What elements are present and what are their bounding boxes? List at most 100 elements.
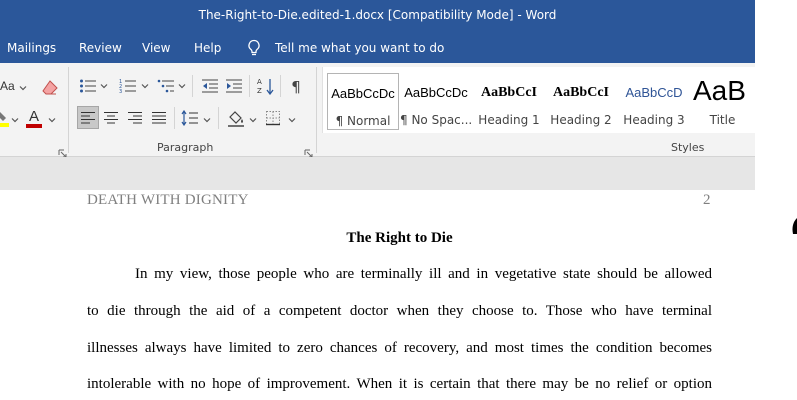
running-header: DEATH WITH DIGNITY <box>87 192 249 208</box>
show-hide-marks-button[interactable]: ¶ <box>286 75 306 97</box>
style-name: Title <box>709 113 736 127</box>
decrease-indent-icon <box>202 79 218 93</box>
document-page[interactable]: DEATH WITH DIGNITY 2 The Right to Die In… <box>0 190 755 400</box>
paragraph-line: In my view, those people who are termina… <box>135 266 712 282</box>
tell-me-search[interactable]: Tell me what you want to do <box>275 41 444 55</box>
style-preview: AaBbCcI <box>480 85 537 100</box>
button-separator <box>280 75 281 97</box>
window-title: The-Right-to-Die.edited-1.docx [Compatib… <box>198 8 557 22</box>
style-title[interactable]: AaB Title <box>689 73 755 130</box>
button-separator <box>218 107 219 129</box>
svg-text:¶: ¶ <box>291 78 301 94</box>
borders-button[interactable] <box>263 107 283 129</box>
highlighter-icon <box>0 112 9 127</box>
pilcrow-icon: ¶ <box>291 78 301 94</box>
borders-icon <box>266 111 280 126</box>
lightbulb-icon[interactable] <box>246 39 262 57</box>
justify-icon <box>152 112 166 124</box>
align-right-button[interactable] <box>125 107 145 129</box>
justify-button[interactable] <box>149 107 169 129</box>
chevron-down-icon[interactable] <box>178 82 186 90</box>
change-case-button[interactable]: Aa <box>0 79 15 93</box>
style-preview: AaBbCcDc <box>404 85 468 100</box>
styles-gallery: AaBbCcDc ¶ Normal AaBbCcDc ¶ No Spac... … <box>322 67 755 133</box>
increase-indent-button[interactable] <box>224 75 244 97</box>
tab-mailings[interactable]: Mailings <box>7 41 56 55</box>
svg-text:A: A <box>29 108 39 125</box>
align-left-button[interactable] <box>77 106 99 129</box>
tab-help[interactable]: Help <box>194 41 221 55</box>
document-title: The Right to Die <box>346 230 453 246</box>
chevron-down-icon[interactable] <box>203 116 211 124</box>
paragraph-dialog-launcher[interactable] <box>304 143 313 158</box>
svg-text:Z: Z <box>257 87 262 95</box>
style-preview: AaBbCcD <box>625 85 683 100</box>
paragraph-line: illnesses always have limited to zero ch… <box>87 340 712 356</box>
styles-group-label: Styles <box>671 141 705 154</box>
paint-bucket-icon <box>228 111 244 127</box>
line-spacing-button[interactable] <box>180 107 200 129</box>
increase-indent-icon <box>226 79 242 93</box>
chevron-down-icon[interactable] <box>48 116 56 124</box>
font-dialog-launcher[interactable] <box>58 143 67 158</box>
multilevel-list-icon <box>157 79 174 93</box>
chevron-down-icon[interactable] <box>19 84 27 92</box>
numbered-list-icon: 1 2 3 <box>119 79 136 94</box>
group-separator <box>316 67 317 153</box>
style-preview: AaBbCcI <box>552 85 609 100</box>
style-name: Heading 2 <box>550 113 612 127</box>
sort-button[interactable]: A Z <box>256 75 276 97</box>
tab-review[interactable]: Review <box>79 41 122 55</box>
decrease-indent-button[interactable] <box>200 75 220 97</box>
style-name: Heading 3 <box>623 113 685 127</box>
clear-formatting-button[interactable] <box>40 77 60 99</box>
sort-az-icon: A Z <box>257 78 274 95</box>
style-name: ¶ Normal <box>335 114 391 128</box>
tab-view[interactable]: View <box>142 41 170 55</box>
group-separator <box>68 67 69 153</box>
svg-text:3: 3 <box>119 89 122 94</box>
style-normal[interactable]: AaBbCcDc ¶ Normal <box>327 73 399 130</box>
paragraph-group-label: Paragraph <box>157 141 214 154</box>
multilevel-list-button[interactable] <box>156 75 176 97</box>
align-center-icon <box>104 112 118 124</box>
title-bar: The-Right-to-Die.edited-1.docx [Compatib… <box>0 0 755 33</box>
style-name: ¶ No Spac... <box>400 113 472 127</box>
ribbon-tabs: Mailings Review View Help Tell me what y… <box>0 33 755 63</box>
style-preview: AaB <box>693 75 746 106</box>
paragraph-line: to die through the aid of a competent do… <box>87 303 712 319</box>
align-right-icon <box>128 112 142 124</box>
font-color-button[interactable]: A <box>24 107 44 129</box>
line-spacing-icon <box>181 110 198 126</box>
svg-text:A: A <box>257 78 262 86</box>
bullets-button[interactable] <box>78 75 98 97</box>
highlight-color-button[interactable] <box>0 107 10 129</box>
align-center-button[interactable] <box>101 107 121 129</box>
ribbon-home: Aa A 1 2 3 A Z ¶ Paragraph AaBbCcDc ¶ No… <box>0 63 755 158</box>
button-separator <box>192 75 193 97</box>
button-separator <box>174 107 175 129</box>
align-left-icon <box>81 111 95 123</box>
style-heading-2[interactable]: AaBbCcI Heading 2 <box>545 73 617 130</box>
chevron-down-icon[interactable] <box>11 116 19 124</box>
document-background <box>0 157 755 190</box>
style-heading-3[interactable]: AaBbCcD Heading 3 <box>618 73 690 130</box>
chevron-down-icon[interactable] <box>288 116 296 124</box>
word-window: The-Right-to-Die.edited-1.docx [Compatib… <box>0 0 755 400</box>
paragraph-line: intolerable with no hope of improvement.… <box>87 376 712 392</box>
chevron-down-icon[interactable] <box>249 116 257 124</box>
font-color-icon: A <box>26 108 42 128</box>
chevron-down-icon[interactable] <box>100 82 108 90</box>
shading-button[interactable] <box>226 107 246 129</box>
cursor-fragment-icon <box>792 218 797 234</box>
style-preview: AaBbCcDc <box>331 86 395 101</box>
style-name: Heading 1 <box>478 113 540 127</box>
chevron-down-icon[interactable] <box>141 82 149 90</box>
button-separator <box>249 75 250 97</box>
eraser-icon <box>42 80 58 95</box>
page-number: 2 <box>703 192 711 208</box>
numbering-button[interactable]: 1 2 3 <box>118 75 138 97</box>
bullet-list-icon <box>80 79 96 93</box>
style-no-spacing[interactable]: AaBbCcDc ¶ No Spac... <box>400 73 472 130</box>
style-heading-1[interactable]: AaBbCcI Heading 1 <box>473 73 545 130</box>
